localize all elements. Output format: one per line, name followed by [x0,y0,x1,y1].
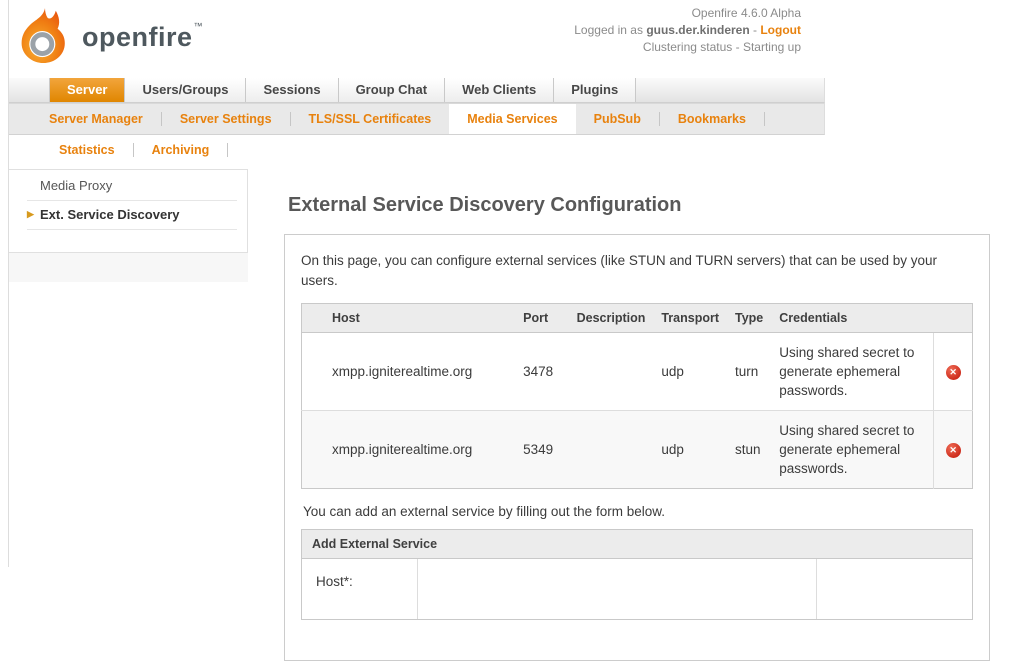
column-header-credentials: Credentials [771,303,934,333]
sidebar-item-label: Media Proxy [40,178,113,193]
cell-host: xmpp.igniterealtime.org [332,364,473,379]
cell-transport: udp [661,364,684,379]
divider [763,112,765,126]
logo-trademark: ™ [193,20,203,31]
column-header-transport: Transport [653,303,728,333]
add-external-service-form: Add External Service Host*: [301,529,973,620]
tab-users-groups[interactable]: Users/Groups [125,78,247,102]
host-field-cell[interactable] [418,559,817,619]
sidebar-box: Media Proxy ▶ Ext. Service Discovery [9,169,248,253]
logged-in-prefix: Logged in as [574,23,647,37]
cell-actions: ✕ [933,410,973,489]
form-body: Host*: [302,559,972,619]
add-service-hint: You can add an external service by filli… [303,504,665,519]
content-box: On this page, you can configure external… [284,234,990,661]
cell-type: turn [735,364,759,379]
subtab-media-services[interactable]: Media Services [449,104,576,134]
table-row: xmpp.igniterealtime.org 3478 udp turn Us… [302,332,973,411]
cell-host: xmpp.igniterealtime.org [301,410,516,489]
cell-port: 3478 [523,364,554,379]
admin-console-page: openfire ™ Openfire 4.6.0 Alpha Logged i… [8,0,1024,661]
column-header-host: Host [301,303,516,333]
section-tab-bar: Statistics Archiving [9,135,1024,164]
table-header-row: Host Port Description Transport Type Cre… [301,303,973,333]
openfire-flame-icon [18,7,72,68]
form-title: Add External Service [302,530,972,559]
sidebar-item-media-proxy[interactable]: Media Proxy [9,172,247,201]
clustering-status: Clustering status - Starting up [642,40,801,54]
logo-link[interactable]: openfire ™ [18,7,203,68]
cell-description [569,333,654,411]
login-separator: - [749,23,761,37]
column-header-type: Type [727,303,772,333]
external-services-table: Host Port Description Transport Type Cre… [301,303,973,489]
cell-actions: ✕ [933,332,973,411]
header-info: Openfire 4.6.0 Alpha Logged in as guus.d… [574,5,801,56]
sidebar-item-label: Ext. Service Discovery [40,207,180,222]
content-column: External Service Discovery Configuration… [284,164,1024,661]
sidebar: Media Proxy ▶ Ext. Service Discovery [9,169,248,282]
cell-port: 5349 [515,410,569,489]
sectiontab-statistics[interactable]: Statistics [41,143,133,157]
sub-tab-bar: Server Manager Server Settings TLS/SSL C… [9,103,825,135]
divider [227,142,229,157]
tab-group-chat[interactable]: Group Chat [338,78,446,102]
tab-plugins[interactable]: Plugins [554,78,637,102]
sectiontab-archiving[interactable]: Archiving [134,143,228,157]
cell-credentials: Using shared secret to generate ephemera… [771,410,934,489]
credentials-text: Using shared secret to generate ephemera… [779,345,915,398]
page-title: External Service Discovery Configuration [288,194,682,216]
version-text: Openfire 4.6.0 Alpha [691,6,801,20]
login-status-line: Logged in as guus.der.kinderen - Logout [574,22,801,39]
tab-sessions[interactable]: Sessions [246,78,339,102]
host-field-label: Host*: [302,559,418,619]
delete-icon[interactable]: ✕ [945,443,961,458]
logo-wordmark: openfire [82,22,193,52]
form-extra-cell [817,559,972,619]
subtab-bookmarks[interactable]: Bookmarks [660,104,764,134]
delete-icon[interactable]: ✕ [945,365,961,380]
tab-web-clients[interactable]: Web Clients [445,78,555,102]
intro-text: On this page, you can configure external… [301,253,938,288]
chevron-right-icon: ▶ [27,209,34,219]
column-header-port: Port [515,303,569,333]
username: guus.der.kinderen [646,23,750,37]
cell-credentials: Using shared secret to generate ephemera… [771,333,934,411]
subtab-pubsub[interactable]: PubSub [576,104,659,134]
column-header-description: Description [568,303,654,333]
sidebar-item-ext-service-discovery[interactable]: ▶ Ext. Service Discovery [9,201,247,230]
logout-link[interactable]: Logout [760,23,801,37]
tab-server[interactable]: Server [49,78,126,102]
subtab-server-settings[interactable]: Server Settings [162,104,290,134]
main-tab-bar: Server Users/Groups Sessions Group Chat … [9,78,825,103]
cell-type: stun [727,410,772,489]
cell-transport: udp [653,410,728,489]
cell-description [568,410,654,489]
subtab-tls-ssl-certificates[interactable]: TLS/SSL Certificates [291,104,450,134]
table-row: xmpp.igniterealtime.org 5349 udp stun Us… [301,410,973,489]
header: openfire ™ Openfire 4.6.0 Alpha Logged i… [9,0,1024,78]
column-header-actions [933,303,973,333]
credentials-text: Using shared secret to generate ephemera… [779,423,915,476]
main-area: Media Proxy ▶ Ext. Service Discovery Ext… [9,164,1024,661]
subtab-server-manager[interactable]: Server Manager [31,104,161,134]
